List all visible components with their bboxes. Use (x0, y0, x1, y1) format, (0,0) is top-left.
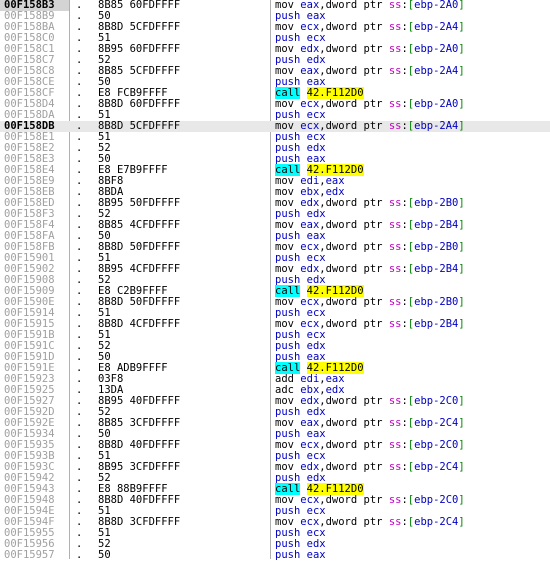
hex-bytes-cell: 50 (98, 549, 111, 561)
operand-token: ] (458, 461, 465, 473)
operand-token: ebp-2B0 (414, 241, 459, 253)
operand-token: ss (388, 439, 402, 451)
operand-token: dword ptr (325, 296, 389, 308)
operand-token: ebp-2B0 (414, 296, 459, 308)
row-marker: . (76, 549, 83, 561)
operand-token: ebp-2C0 (414, 395, 459, 407)
operand-token: dword ptr (325, 461, 389, 473)
operand-token: ebp-2C4 (414, 417, 459, 429)
operand-token: ] (458, 494, 465, 506)
operand-token: ] (458, 318, 465, 330)
operand-token: ] (458, 98, 465, 110)
operand-token: dword ptr (325, 494, 389, 506)
operand-token: ] (458, 219, 465, 231)
operand-token: ] (458, 417, 465, 429)
operand-token: ss (388, 461, 402, 473)
operand-token: dword ptr (325, 219, 389, 231)
operand-token: ebp-2B4 (414, 318, 459, 330)
operand-token: dword ptr (325, 21, 389, 33)
operand-token: dword ptr (325, 241, 389, 253)
operand-token: ss (388, 197, 402, 209)
operand-token: ebp-2A4 (414, 120, 459, 132)
operand-token: dword ptr (325, 120, 389, 132)
operand-token: dword ptr (325, 65, 389, 77)
operand-token: ss (388, 263, 402, 275)
operand-token: ] (458, 0, 465, 11)
operand-token: ss (388, 21, 402, 33)
disassembly-rows: 00F158B3. 8B85 60FDFFFF mov eax,dword ptr … (0, 0, 550, 561)
operand-token: ss (388, 395, 402, 407)
operand-token: ebp-2C4 (414, 461, 459, 473)
operand-token: ebp-2A4 (414, 21, 459, 33)
operand-token: ] (458, 43, 465, 55)
operand-token: ebp-2A0 (414, 98, 459, 110)
operand-token: dword ptr (325, 43, 389, 55)
operand-token: ] (458, 21, 465, 33)
operand-token: ss (388, 120, 402, 132)
operand-token: ebp-2C0 (414, 494, 459, 506)
operand-token: ebp-2C4 (414, 516, 459, 528)
operand-token: dword ptr (325, 395, 389, 407)
operand-token: ss (388, 98, 402, 110)
operand-token: ss (388, 219, 402, 231)
mnemonic: push (275, 549, 301, 561)
operand-token: dword ptr (325, 318, 389, 330)
operand-token: ] (458, 395, 465, 407)
operand-token: ss (388, 318, 402, 330)
operand-token: ebp-2B4 (414, 219, 459, 231)
operand-token: dword ptr (325, 98, 389, 110)
operand-token: ss (388, 0, 402, 11)
operand-token: ss (388, 296, 402, 308)
operand-token: ss (388, 65, 402, 77)
operand-token: dword ptr (325, 197, 389, 209)
operand-token: ss (388, 516, 402, 528)
operand-token: ss (388, 417, 402, 429)
operand-token: ] (458, 197, 465, 209)
operand-token: ss (388, 494, 402, 506)
instruction-cell: push eax (275, 550, 326, 561)
operand-token: ] (458, 241, 465, 253)
operand-token: ss (388, 241, 402, 253)
operand-token: ] (458, 516, 465, 528)
operand-token: ] (458, 65, 465, 77)
operand-token: ebp-2B4 (414, 263, 459, 275)
operand-token: dword ptr (325, 439, 389, 451)
operand-token: ebp-2C0 (414, 439, 459, 451)
disasm-row[interactable]: 00F15957. 50 push eax (0, 550, 550, 561)
operand-token: ] (458, 439, 465, 451)
operand-token: ebp-2A0 (414, 0, 459, 11)
operand-token: ] (458, 296, 465, 308)
operand-token: eax (306, 549, 326, 561)
operand-token: ebp-2B0 (414, 197, 459, 209)
operand-token: ss (388, 43, 402, 55)
operand-token: ebp-2A0 (414, 43, 459, 55)
operand-token: ebp-2A4 (414, 65, 459, 77)
operand-token: dword ptr (325, 516, 389, 528)
operand-token: dword ptr (325, 417, 389, 429)
operand-token: ] (458, 263, 465, 275)
operand-token: dword ptr (325, 0, 389, 11)
address-cell: 00F15957 (4, 549, 55, 561)
disassembly-view[interactable]: 00F158B3. 8B85 60FDFFFF mov eax,dword ptr … (0, 0, 550, 561)
operand-token: dword ptr (325, 263, 389, 275)
operand-token: ] (458, 120, 465, 132)
